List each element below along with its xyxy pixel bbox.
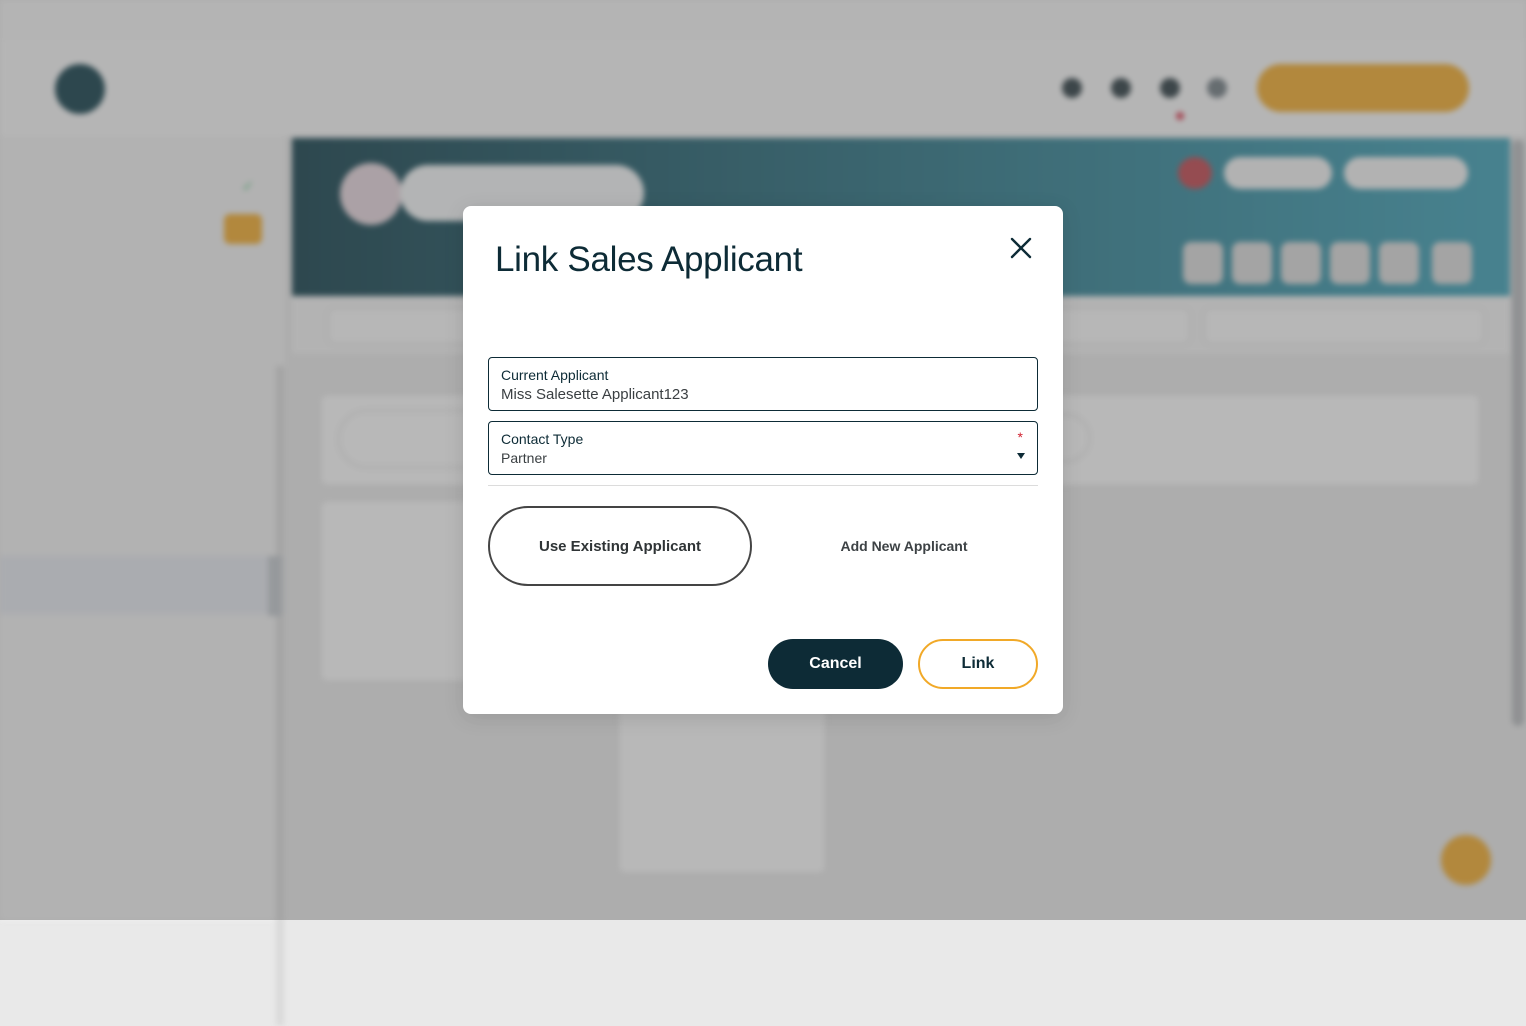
modal-title: Link Sales Applicant xyxy=(495,240,803,279)
current-applicant-label: Current Applicant xyxy=(501,367,609,383)
current-applicant-input[interactable] xyxy=(501,386,1021,403)
link-button[interactable]: Link xyxy=(918,639,1038,689)
divider xyxy=(488,485,1038,486)
tab-use-existing-applicant[interactable]: Use Existing Applicant xyxy=(488,506,752,586)
close-icon xyxy=(1010,237,1032,259)
tab-add-new-applicant[interactable]: Add New Applicant xyxy=(763,506,1045,586)
contact-type-value: Partner xyxy=(501,450,547,466)
cancel-button[interactable]: Cancel xyxy=(768,639,903,689)
chevron-down-icon xyxy=(1017,453,1025,459)
contact-type-select[interactable]: Contact Type * Partner xyxy=(488,421,1038,475)
link-sales-applicant-dialog: Link Sales Applicant Current Applicant C… xyxy=(463,206,1063,714)
close-button[interactable] xyxy=(1005,232,1037,264)
contact-type-label: Contact Type xyxy=(501,431,584,447)
current-applicant-field[interactable]: Current Applicant xyxy=(488,357,1038,411)
required-indicator: * xyxy=(1017,429,1023,445)
